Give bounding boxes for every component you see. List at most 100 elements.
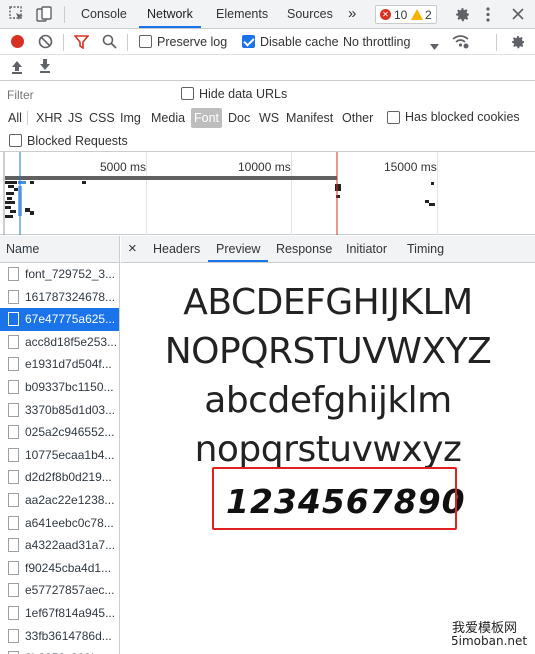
request-name: 67e47775a625... xyxy=(25,312,116,327)
close-detail-button[interactable]: × xyxy=(128,236,137,262)
filter-input[interactable] xyxy=(4,85,168,104)
request-row[interactable]: aa2ac22e1238... xyxy=(0,489,119,512)
network-toolbar: Preserve log Disable cache No throttling xyxy=(0,29,535,55)
warning-icon xyxy=(411,9,423,20)
request-row[interactable]: b09337bc1150... xyxy=(0,376,119,399)
file-icon xyxy=(8,447,19,462)
filter-type-font[interactable]: Font xyxy=(191,108,223,128)
file-icon xyxy=(8,538,19,553)
tab-headers[interactable]: Headers xyxy=(153,236,200,262)
request-row[interactable]: d2d2f8b0d219... xyxy=(0,466,119,489)
detail-tabs: × Headers Preview Response Initiator Tim… xyxy=(121,236,535,263)
clear-icon[interactable] xyxy=(38,34,53,52)
search-icon[interactable] xyxy=(102,34,117,52)
request-row[interactable]: a4322aad31a7... xyxy=(0,534,119,557)
file-icon xyxy=(8,425,19,440)
filter-type-manifest[interactable]: Manifest xyxy=(283,108,336,128)
file-icon xyxy=(8,402,19,417)
network-settings-gear-icon[interactable] xyxy=(510,34,526,53)
file-icon xyxy=(8,267,19,281)
filter-type-img[interactable]: Img xyxy=(117,108,144,128)
blocked-requests-checkbox[interactable] xyxy=(9,134,22,147)
request-row[interactable]: a641eebc0c78... xyxy=(0,512,119,535)
import-har-icon[interactable] xyxy=(11,60,23,77)
disable-cache-label: Disable cache xyxy=(260,35,339,49)
resource-type-filter: All XHR JS CSS Img Media Font Doc WS Man… xyxy=(0,107,535,130)
throttling-select[interactable]: No throttling xyxy=(343,35,410,49)
warning-count: 2 xyxy=(425,8,432,22)
request-row[interactable]: 33fb3614786d... xyxy=(0,625,119,648)
file-icon xyxy=(8,334,19,349)
chevron-down-icon[interactable] xyxy=(430,39,439,53)
tab-sources[interactable]: Sources xyxy=(287,0,333,28)
has-blocked-cookies-checkbox[interactable] xyxy=(387,111,400,124)
request-row[interactable]: acc8d18f5e253... xyxy=(0,331,119,354)
tab-console[interactable]: Console xyxy=(81,0,127,28)
request-row[interactable]: 025a2c946552... xyxy=(0,421,119,444)
export-har-icon[interactable] xyxy=(39,59,51,76)
tab-network[interactable]: Network xyxy=(139,0,201,28)
request-list: Name font_729752_3... 161787324678... 67e4… xyxy=(0,236,120,654)
network-conditions-icon[interactable] xyxy=(452,34,469,52)
file-icon xyxy=(8,492,19,507)
filter-type-xhr[interactable]: XHR xyxy=(33,108,65,128)
preview-uppercase-line-1: ABCDEFGHIJKLM xyxy=(183,282,473,323)
filter-type-media[interactable]: Media xyxy=(148,108,188,128)
file-icon xyxy=(8,560,19,575)
more-tabs-button[interactable]: » xyxy=(348,0,356,28)
request-row[interactable]: font_729752_3... xyxy=(0,263,119,286)
request-row[interactable]: f90245cba4d1... xyxy=(0,557,119,580)
request-row[interactable]: e1931d7d504f... xyxy=(0,353,119,376)
hide-data-urls-checkbox[interactable] xyxy=(181,87,194,100)
request-row[interactable]: 3370b85d1d03... xyxy=(0,399,119,422)
more-options-icon[interactable] xyxy=(485,6,491,26)
request-row[interactable]: 67e47775a625... xyxy=(0,308,119,331)
issues-badge[interactable]: ✕ 10 2 xyxy=(375,5,437,24)
filter-type-ws[interactable]: WS xyxy=(256,108,282,128)
timeline-overview[interactable]: 5000 ms 10000 ms 15000 ms xyxy=(0,152,535,235)
request-name: acc8d18f5e253... xyxy=(25,334,118,349)
disable-cache-checkbox[interactable] xyxy=(242,35,255,48)
request-row[interactable]: 2b8258c309be... xyxy=(0,647,119,654)
request-row[interactable]: 10775ecaa1b4... xyxy=(0,444,119,467)
request-row[interactable]: 161787324678... xyxy=(0,286,119,309)
request-name: 3370b85d1d03... xyxy=(25,402,116,417)
hide-data-urls-label: Hide data URLs xyxy=(199,87,288,101)
import-export-toolbar xyxy=(0,55,535,81)
preview-lowercase-line-1: abcdefghijklm xyxy=(204,380,452,421)
tab-preview[interactable]: Preview xyxy=(208,236,269,262)
file-icon xyxy=(8,583,19,598)
divider xyxy=(27,111,28,125)
tab-initiator[interactable]: Initiator xyxy=(346,236,387,262)
error-count: 10 xyxy=(394,8,408,22)
highlight-box xyxy=(212,467,457,530)
file-icon xyxy=(8,605,19,620)
close-devtools-icon[interactable] xyxy=(511,7,525,24)
filter-type-all[interactable]: All xyxy=(5,108,25,128)
file-icon xyxy=(8,515,19,530)
devtools-tabbar: Console Network Elements Sources » ✕ 10 … xyxy=(0,0,535,29)
tab-elements[interactable]: Elements xyxy=(216,0,268,28)
filter-type-other[interactable]: Other xyxy=(339,108,376,128)
request-name: b09337bc1150... xyxy=(25,379,114,394)
preserve-log-checkbox[interactable] xyxy=(139,35,152,48)
record-icon[interactable] xyxy=(10,34,25,52)
settings-gear-icon[interactable] xyxy=(454,6,471,26)
tab-timing[interactable]: Timing xyxy=(407,236,444,262)
blocked-requests-label: Blocked Requests xyxy=(27,134,128,148)
tab-response[interactable]: Response xyxy=(276,236,332,262)
request-name: 33fb3614786d... xyxy=(25,628,112,643)
request-row[interactable]: 1ef67f814a945... xyxy=(0,602,119,625)
filter-type-doc[interactable]: Doc xyxy=(225,108,253,128)
file-icon xyxy=(8,289,19,304)
request-name: 2b8258c309be... xyxy=(25,647,114,654)
inspect-element-icon[interactable] xyxy=(9,6,25,25)
filter-type-js[interactable]: JS xyxy=(65,108,86,128)
preview-lowercase-line-2: nopqrstuvwxyz xyxy=(194,429,462,470)
filter-icon[interactable] xyxy=(73,35,90,52)
name-column-header[interactable]: Name xyxy=(0,236,119,263)
request-name: 025a2c946552... xyxy=(25,425,115,440)
device-toolbar-icon[interactable] xyxy=(36,6,52,25)
filter-type-css[interactable]: CSS xyxy=(86,108,118,128)
request-row[interactable]: e57727857aec... xyxy=(0,579,119,602)
